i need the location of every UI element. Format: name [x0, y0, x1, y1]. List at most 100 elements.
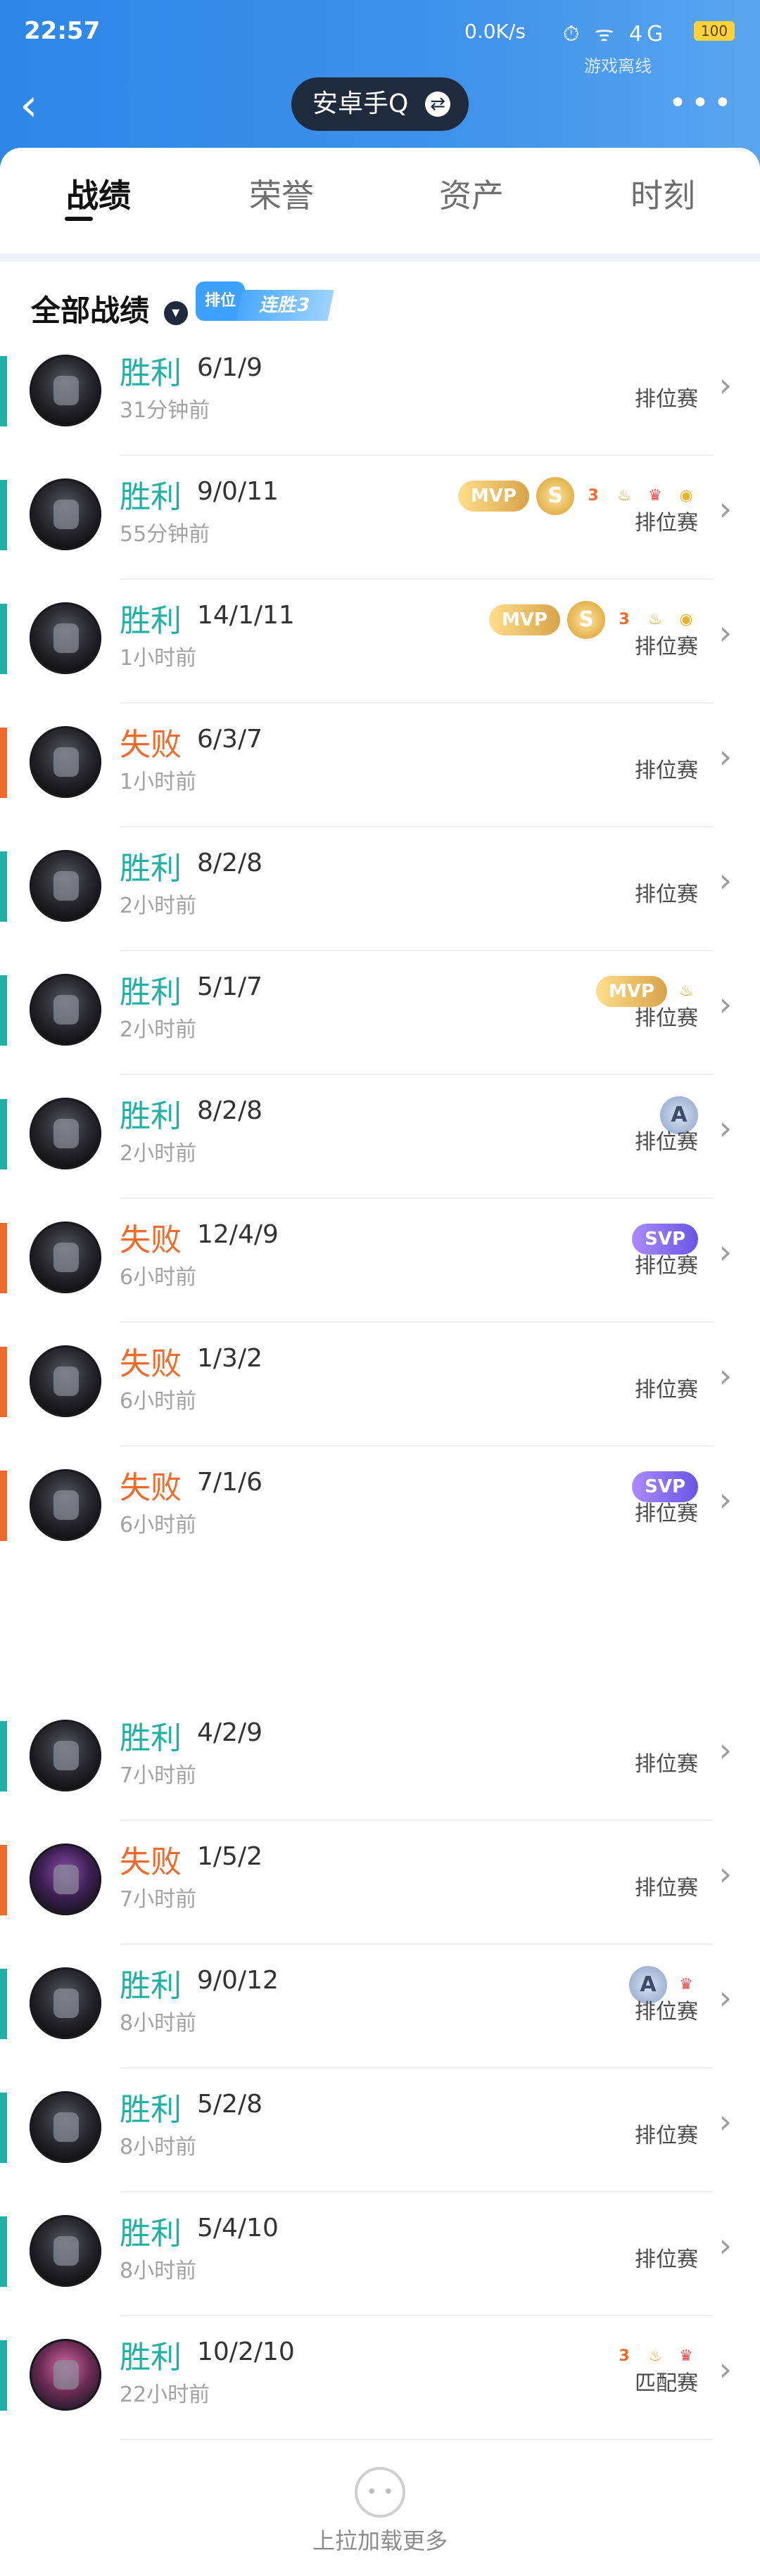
match-row[interactable]: 失败 1/3/2 6小时前 排位赛 › — [0, 1323, 760, 1447]
match-mode: 匹配赛 — [635, 2371, 698, 2396]
mascot-icon: • • — [355, 2467, 405, 2518]
result-indicator — [0, 2340, 7, 2411]
chevron-right-icon: › — [718, 1233, 732, 1271]
chevron-right-icon: › — [718, 1731, 732, 1769]
gold-icon: ◉ — [679, 611, 693, 628]
match-result: 胜利 — [120, 1968, 182, 2004]
fire-icon: ♨ — [648, 2347, 662, 2365]
match-kda: 9/0/11 — [197, 477, 279, 506]
back-button[interactable]: ‹ — [20, 77, 76, 134]
chevron-right-icon: › — [718, 2350, 732, 2388]
tab-bar: 战绩 荣誉 资产 时刻 — [0, 148, 760, 253]
match-kda: 4/2/9 — [197, 1718, 262, 1747]
match-kda: 14/1/11 — [197, 601, 295, 630]
tab-honor[interactable]: 荣誉 — [211, 170, 352, 217]
swap-icon: ⇄ — [425, 91, 450, 117]
match-mode: 排位赛 — [635, 387, 698, 412]
tab-moments[interactable]: 时刻 — [593, 170, 733, 217]
result-indicator — [0, 1223, 7, 1293]
match-result: 失败 — [120, 1844, 182, 1880]
hero-avatar — [30, 2215, 101, 2287]
match-mode: 排位赛 — [635, 1752, 698, 1777]
tab-assets[interactable]: 资产 — [401, 170, 542, 217]
result-indicator — [0, 1347, 7, 1417]
streak-label: 连胜3 — [236, 290, 334, 321]
match-time: 8小时前 — [120, 2259, 197, 2283]
match-row[interactable]: 胜利 8/2/8 2小时前 A 排位赛 › — [0, 1075, 760, 1199]
match-row[interactable]: 失败 1/5/2 7小时前 排位赛 › — [0, 1821, 760, 1945]
match-mode: 排位赛 — [635, 1502, 698, 1526]
chevron-right-icon: › — [718, 1480, 732, 1518]
result-indicator — [0, 1471, 7, 1541]
match-time: 1小时前 — [120, 770, 197, 794]
fire-icon: ♨ — [648, 611, 662, 628]
hero-avatar — [30, 726, 101, 798]
match-time: 7小时前 — [120, 1763, 197, 1788]
triple-kill-icon: 3 — [588, 487, 599, 505]
match-result: 胜利 — [120, 2216, 182, 2252]
match-kda: 10/2/10 — [197, 2337, 295, 2366]
match-row[interactable]: 失败 6/3/7 1小时前 排位赛 › — [0, 704, 760, 827]
match-kda: 5/2/8 — [197, 2090, 262, 2119]
result-indicator — [0, 480, 7, 550]
crown-icon: ♛ — [648, 487, 662, 505]
chevron-right-icon: › — [718, 366, 732, 404]
chevron-right-icon: › — [718, 985, 732, 1023]
match-row[interactable]: 失败 7/1/6 6小时前 SVP 排位赛 › — [0, 1447, 760, 1571]
tab-record[interactable]: 战绩 — [28, 170, 169, 217]
result-indicator — [0, 975, 7, 1046]
match-kda: 5/1/7 — [197, 972, 262, 1001]
match-row[interactable]: 失败 12/4/9 6小时前 SVP 排位赛 › — [0, 1199, 760, 1323]
match-row[interactable]: 胜利 14/1/11 1小时前 MVP S 3 ♨ ◉ 排位赛 › — [0, 580, 760, 704]
match-time: 1小时前 — [120, 646, 197, 671]
match-result: 胜利 — [120, 603, 182, 639]
match-time: 7小时前 — [120, 1887, 197, 1912]
chevron-right-icon: › — [718, 1357, 732, 1395]
match-kda: 8/2/8 — [197, 1096, 262, 1125]
network-speed: 0.0K/s — [464, 20, 526, 43]
match-row[interactable]: 胜利 4/2/9 7小时前 排位赛 › — [0, 1697, 760, 1821]
match-mode: 排位赛 — [635, 635, 698, 659]
match-row[interactable]: 胜利 5/1/7 2小时前 MVP ♨ 排位赛 › — [0, 951, 760, 1075]
match-result: 胜利 — [120, 1720, 182, 1756]
chevron-right-icon: › — [718, 1855, 732, 1893]
match-kda: 7/1/6 — [197, 1468, 262, 1497]
result-indicator — [0, 604, 7, 674]
result-indicator — [0, 2216, 7, 2287]
match-result: 胜利 — [120, 2092, 182, 2128]
match-row[interactable]: 胜利 9/0/11 55分钟前 MVP S 3 ♨ ♛ ◉ 排位赛 › — [0, 456, 760, 580]
hero-avatar — [30, 478, 101, 550]
match-mode: 排位赛 — [635, 2124, 698, 2148]
match-time: 8小时前 — [120, 2011, 197, 2036]
section-gap — [0, 253, 760, 262]
s-rank-badge: S — [567, 601, 605, 639]
divider — [120, 2439, 714, 2440]
triple-kill-icon: 3 — [619, 2347, 630, 2365]
match-kda: 1/5/2 — [197, 1842, 262, 1871]
match-mode: 排位赛 — [635, 1254, 698, 1279]
match-time: 22小时前 — [120, 2383, 210, 2407]
hero-avatar — [30, 2339, 101, 2411]
hero-avatar — [30, 1469, 101, 1541]
match-row[interactable]: 胜利 5/2/8 8小时前 排位赛 › — [0, 2069, 760, 2193]
match-row[interactable]: 胜利 6/1/9 31分钟前 排位赛 › — [0, 332, 760, 456]
chevron-right-icon: › — [718, 490, 732, 528]
match-result: 胜利 — [120, 479, 182, 515]
chevron-right-icon: › — [718, 1109, 732, 1147]
match-row[interactable]: 胜利 5/4/10 8小时前 排位赛 › — [0, 2193, 760, 2316]
match-result: 失败 — [120, 1346, 182, 1382]
match-row[interactable]: 胜利 9/0/12 8小时前 A ♛ 排位赛 › — [0, 1945, 760, 2069]
filter-dropdown[interactable]: 全部战绩 ▾ — [31, 287, 188, 330]
match-time: 55分钟前 — [120, 522, 210, 547]
match-result: 胜利 — [120, 1098, 182, 1134]
match-row[interactable]: 胜利 8/2/8 2小时前 排位赛 › — [0, 827, 760, 951]
more-button[interactable]: ••• — [669, 86, 736, 121]
match-row[interactable]: 胜利 10/2/10 22小时前 3 ♨ ♛ 匹配赛 › — [0, 2316, 760, 2440]
chevron-left-icon: ‹ — [20, 80, 38, 132]
account-switcher[interactable]: 安卓手Q ⇄ — [291, 77, 469, 131]
match-time: 6小时前 — [120, 1513, 197, 1537]
triple-kill-icon: 3 — [619, 611, 630, 628]
hero-avatar — [30, 1345, 101, 1417]
hero-avatar — [30, 1720, 101, 1791]
win-streak-badge: 排位 连胜3 — [196, 276, 334, 322]
